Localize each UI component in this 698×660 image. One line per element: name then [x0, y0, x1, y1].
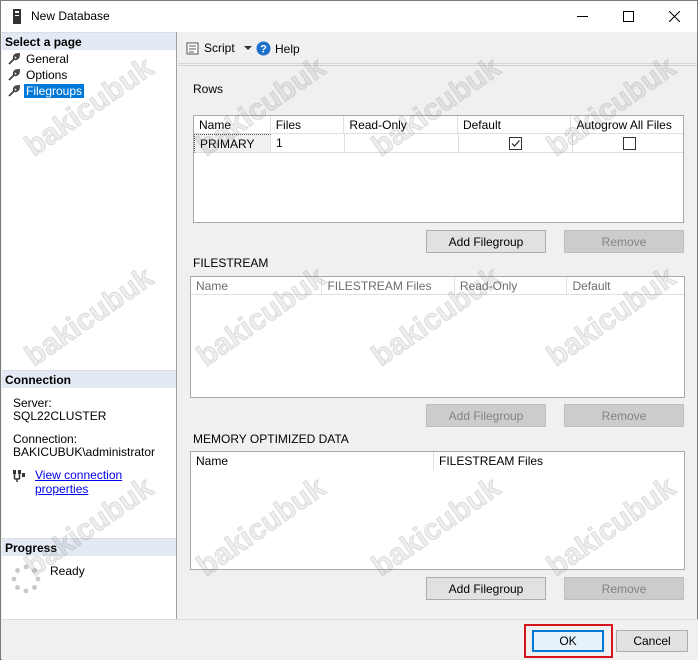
title-bar[interactable]: New Database	[1, 1, 697, 32]
close-icon	[668, 11, 680, 22]
remove-filegroup-button[interactable]: Remove	[564, 230, 684, 253]
add-memory-filegroup-button[interactable]: Add Filegroup	[426, 577, 546, 600]
column-header[interactable]: Default	[567, 277, 684, 295]
column-header[interactable]: Files	[271, 116, 345, 134]
minimize-icon	[576, 16, 588, 17]
memory-grid-header: Name FILESTREAM Files	[191, 452, 684, 470]
progress-status: Ready	[50, 564, 85, 578]
view-connection-properties-link[interactable]: View connection properties	[35, 468, 176, 496]
connection-header: Connection	[2, 370, 176, 388]
page-item-label: Filegroups	[24, 83, 85, 98]
cancel-button[interactable]: Cancel	[616, 630, 688, 652]
new-database-dialog: New Database Select a page General Optio…	[0, 0, 698, 660]
column-header[interactable]: Read-Only	[344, 116, 458, 134]
wrench-icon	[8, 68, 20, 81]
column-header[interactable]: FILESTREAM Files	[434, 452, 684, 470]
database-icon	[13, 9, 21, 24]
window-title: New Database	[31, 9, 110, 23]
svg-text:?: ?	[260, 44, 267, 56]
column-header[interactable]: Default	[458, 116, 572, 134]
memory-optimized-grid[interactable]: Name FILESTREAM Files	[190, 451, 685, 570]
server-value: SQL22CLUSTER	[13, 409, 107, 423]
files-count-cell[interactable]: 1	[271, 134, 345, 153]
toolbar: Script ? Help	[178, 32, 697, 64]
filegroup-name-cell[interactable]: PRIMARY	[194, 134, 271, 153]
checkmark-icon	[511, 140, 520, 147]
left-panel: Select a page General Options Filegroups…	[2, 32, 177, 619]
help-label: Help	[275, 41, 300, 56]
page-item-options[interactable]: Options	[8, 67, 67, 82]
maximize-icon	[622, 11, 634, 22]
minimize-button[interactable]	[559, 1, 605, 32]
filestream-grid-header: Name FILESTREAM Files Read-Only Default	[191, 277, 684, 295]
rows-label: Rows	[193, 82, 224, 96]
server-label: Server:	[13, 396, 52, 410]
wrench-icon	[8, 52, 20, 65]
script-label: Script	[204, 41, 235, 55]
help-button[interactable]: ? Help	[256, 41, 300, 56]
autogrow-cell[interactable]	[573, 134, 683, 153]
add-filegroup-button[interactable]: Add Filegroup	[426, 230, 546, 253]
page-item-label: General	[26, 51, 69, 66]
page-item-label: Options	[26, 67, 68, 82]
connection-label: Connection:	[13, 432, 78, 446]
dropdown-arrow-icon	[243, 46, 252, 50]
autogrow-checkbox[interactable]	[623, 137, 636, 150]
filestream-grid[interactable]: Name FILESTREAM Files Read-Only Default	[190, 276, 685, 398]
progress-header: Progress	[2, 538, 176, 556]
script-icon	[186, 42, 199, 55]
column-header[interactable]: Name	[194, 116, 271, 134]
default-cell[interactable]	[459, 134, 573, 153]
remove-memory-filegroup-button[interactable]: Remove	[564, 577, 684, 600]
connection-value: BAKICUBUK\administrator	[13, 445, 156, 459]
column-header[interactable]: Autogrow All Files	[571, 116, 683, 134]
wrench-icon	[8, 84, 20, 97]
column-header[interactable]: Name	[191, 277, 323, 295]
default-checkbox[interactable]	[509, 137, 522, 150]
rows-grid-header: Name Files Read-Only Default Autogrow Al…	[194, 116, 683, 134]
page-item-general[interactable]: General	[8, 51, 69, 66]
memory-optimized-label: MEMORY OPTIMIZED DATA	[193, 432, 349, 446]
close-button[interactable]	[651, 1, 697, 32]
add-filestream-filegroup-button[interactable]: Add Filegroup	[426, 404, 546, 427]
script-button[interactable]: Script	[186, 41, 257, 55]
rows-grid[interactable]: Name Files Read-Only Default Autogrow Al…	[193, 115, 684, 223]
help-icon: ?	[256, 41, 271, 56]
remove-filestream-filegroup-button[interactable]: Remove	[564, 404, 684, 427]
filegroups-page: Rows Name Files Read-Only Default Autogr…	[178, 65, 697, 619]
select-page-header: Select a page	[2, 32, 176, 50]
maximize-button[interactable]	[605, 1, 651, 32]
column-header[interactable]: Name	[191, 452, 435, 470]
progress-spinner-icon	[11, 564, 41, 594]
dialog-footer: OK Cancel	[2, 619, 698, 660]
page-item-filegroups[interactable]: Filegroups	[8, 83, 85, 98]
column-header[interactable]: Read-Only	[455, 277, 568, 295]
read-only-cell[interactable]	[345, 134, 459, 153]
column-header[interactable]: FILESTREAM Files	[322, 277, 455, 295]
table-row[interactable]: PRIMARY 1	[194, 134, 683, 153]
connection-properties-icon	[13, 470, 25, 482]
filestream-label: FILESTREAM	[193, 256, 269, 270]
ok-button[interactable]: OK	[532, 630, 604, 652]
